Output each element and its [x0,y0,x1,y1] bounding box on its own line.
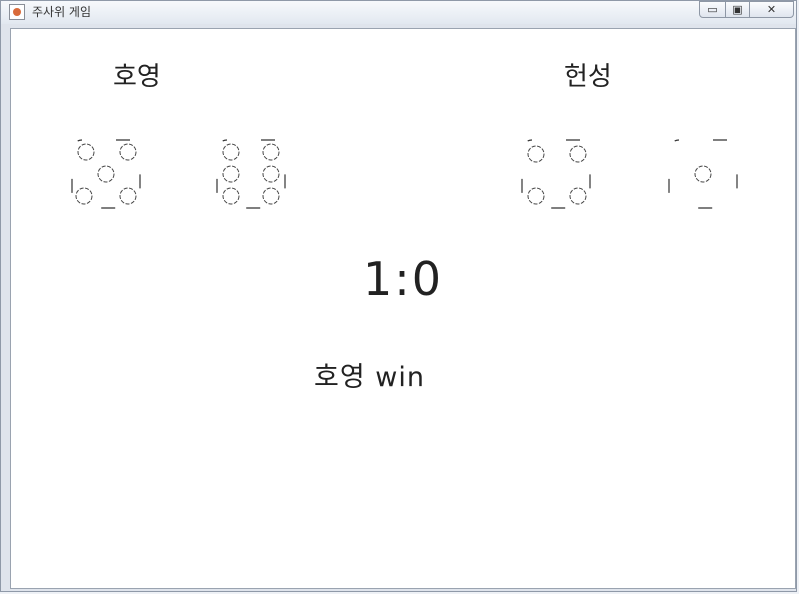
die-pip [262,165,280,183]
die-pip [75,187,93,205]
die-pip [97,165,115,183]
minimize-icon: ▭ [707,3,718,16]
die-pip [569,145,587,163]
die-pip [222,187,240,205]
player-1-die-1 [71,139,141,209]
die-pip [527,145,545,163]
die-frame [216,139,286,209]
player-1-name: 호영 [113,62,161,92]
result-message: 호영 win [314,362,425,393]
die-pip [119,143,137,161]
die-pip [119,187,137,205]
window-title: 주사위 게임 [32,5,92,19]
java-app-icon [9,4,25,20]
die-frame [71,139,141,209]
game-panel: 호영 헌성 1:0 호영 win [10,28,796,589]
title-bar[interactable]: 주사위 게임 ▭ ▣ ✕ [1,1,796,24]
die-pip [694,165,712,183]
minimize-button[interactable]: ▭ [699,1,726,18]
score-display: 1:0 [363,252,444,306]
die-pip [222,143,240,161]
player-1-die-2 [216,139,286,209]
die-pip [262,143,280,161]
die-pip [569,187,587,205]
close-button[interactable]: ✕ [749,1,794,18]
die-frame [521,139,591,209]
die-pip [77,143,95,161]
player-2-die-1 [521,139,591,209]
die-pip [262,187,280,205]
app-window: 주사위 게임 ▭ ▣ ✕ 호영 헌성 1:0 호영 win [0,0,797,592]
maximize-button[interactable]: ▣ [725,1,750,18]
maximize-icon: ▣ [732,3,743,16]
player-2-die-2 [668,139,738,209]
window-controls: ▭ ▣ ✕ [699,1,794,19]
die-frame [668,139,738,209]
die-pip [222,165,240,183]
player-2-name: 헌성 [564,62,612,92]
close-icon: ✕ [766,3,777,16]
die-pip [527,187,545,205]
